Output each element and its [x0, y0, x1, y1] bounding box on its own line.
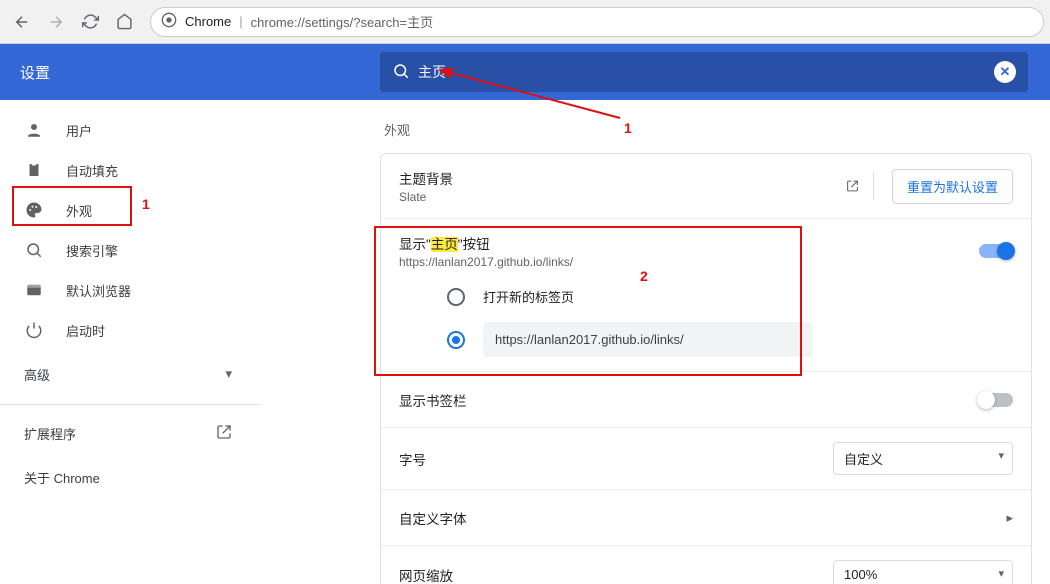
sidebar-item-profile[interactable]: 用户	[0, 110, 260, 150]
sidebar: 用户 自动填充 外观 搜索引擎 默认浏览器 启动时 高级 ▾ 扩展程序	[0, 100, 260, 584]
radio-custom-url[interactable]: https://lanlan2017.github.io/links/	[399, 314, 1013, 365]
chevron-right-icon: ▸	[1006, 510, 1013, 526]
section-title: 外观	[384, 120, 1032, 139]
sidebar-about[interactable]: 关于 Chrome	[0, 455, 260, 499]
font-size-row: 字号 自定义	[381, 427, 1031, 489]
clear-search-icon[interactable]: ✕	[994, 61, 1016, 83]
radio-newtab[interactable]: 打开新的标签页	[399, 279, 1013, 314]
forward-button[interactable]	[40, 6, 72, 38]
browser-icon	[24, 281, 44, 299]
settings-header: 设置 ✕	[0, 44, 1050, 100]
sidebar-item-label: 启动时	[66, 321, 105, 340]
bookmarks-bar-row: 显示书签栏	[381, 371, 1031, 427]
sidebar-item-label: 用户	[66, 121, 92, 140]
home-button-section: 显示"主页"按钮 https://lanlan2017.github.io/li…	[381, 218, 1031, 371]
browser-toolbar: Chrome | chrome://settings/?search=主页	[0, 0, 1050, 44]
sidebar-advanced[interactable]: 高级 ▾	[0, 350, 260, 398]
radio-icon-selected	[447, 331, 465, 349]
bookmarks-bar-toggle[interactable]	[979, 393, 1013, 407]
settings-search[interactable]: ✕	[380, 52, 1028, 92]
radio-icon	[447, 288, 465, 306]
page-zoom-title: 网页缩放	[399, 565, 453, 584]
sidebar-item-onstartup[interactable]: 启动时	[0, 310, 260, 350]
clipboard-icon	[24, 161, 44, 179]
page-zoom-row: 网页缩放 100%	[381, 545, 1031, 584]
radio-newtab-label: 打开新的标签页	[483, 287, 574, 306]
bookmarks-bar-title: 显示书签栏	[399, 390, 467, 410]
theme-row[interactable]: 主题背景 Slate 重置为默认设置	[381, 154, 1031, 218]
settings-title: 设置	[0, 62, 260, 83]
home-button-title: 显示"主页"按钮	[399, 233, 573, 253]
font-size-title: 字号	[399, 449, 426, 469]
chevron-down-icon: ▾	[225, 366, 232, 382]
palette-icon	[24, 201, 44, 219]
custom-font-title: 自定义字体	[399, 508, 467, 528]
person-icon	[24, 121, 44, 139]
reset-theme-button[interactable]: 重置为默认设置	[892, 169, 1013, 204]
theme-sub: Slate	[399, 190, 453, 204]
magnifier-icon	[24, 241, 44, 259]
reload-button[interactable]	[74, 6, 106, 38]
font-size-select[interactable]: 自定义	[833, 442, 1013, 475]
custom-font-row[interactable]: 自定义字体 ▸	[381, 489, 1031, 545]
omnibox[interactable]: Chrome | chrome://settings/?search=主页	[150, 7, 1044, 37]
site-info-icon[interactable]	[161, 12, 177, 31]
open-theme-store-icon[interactable]	[846, 172, 874, 200]
main-content: 外观 主题背景 Slate 重置为默认设置 显示"主页"按钮	[260, 100, 1050, 584]
settings-search-input[interactable]	[410, 64, 994, 80]
page-zoom-select[interactable]: 100%	[833, 560, 1013, 584]
search-icon	[392, 62, 410, 83]
theme-title: 主题背景	[399, 168, 453, 188]
open-external-icon	[216, 424, 232, 443]
home-button-toggle[interactable]	[979, 244, 1013, 258]
omnibox-url: chrome://settings/?search=主页	[251, 12, 433, 31]
sidebar-item-label: 默认浏览器	[66, 281, 131, 300]
appearance-card: 主题背景 Slate 重置为默认设置 显示"主页"按钮 https://lanl…	[380, 153, 1032, 584]
home-button[interactable]	[108, 6, 140, 38]
sidebar-extensions[interactable]: 扩展程序	[0, 411, 260, 455]
sidebar-item-label: 搜索引擎	[66, 241, 118, 260]
sidebar-item-appearance[interactable]: 外观	[0, 190, 260, 230]
sidebar-item-autofill[interactable]: 自动填充	[0, 150, 260, 190]
power-icon	[24, 321, 44, 339]
sidebar-item-label: 自动填充	[66, 161, 118, 180]
sidebar-item-default-browser[interactable]: 默认浏览器	[0, 270, 260, 310]
sidebar-item-label: 外观	[66, 201, 92, 220]
omnibox-site: Chrome	[185, 14, 231, 29]
home-button-sub: https://lanlan2017.github.io/links/	[399, 255, 573, 269]
back-button[interactable]	[6, 6, 38, 38]
home-url-field[interactable]: https://lanlan2017.github.io/links/	[483, 322, 813, 357]
sidebar-item-search-engine[interactable]: 搜索引擎	[0, 230, 260, 270]
